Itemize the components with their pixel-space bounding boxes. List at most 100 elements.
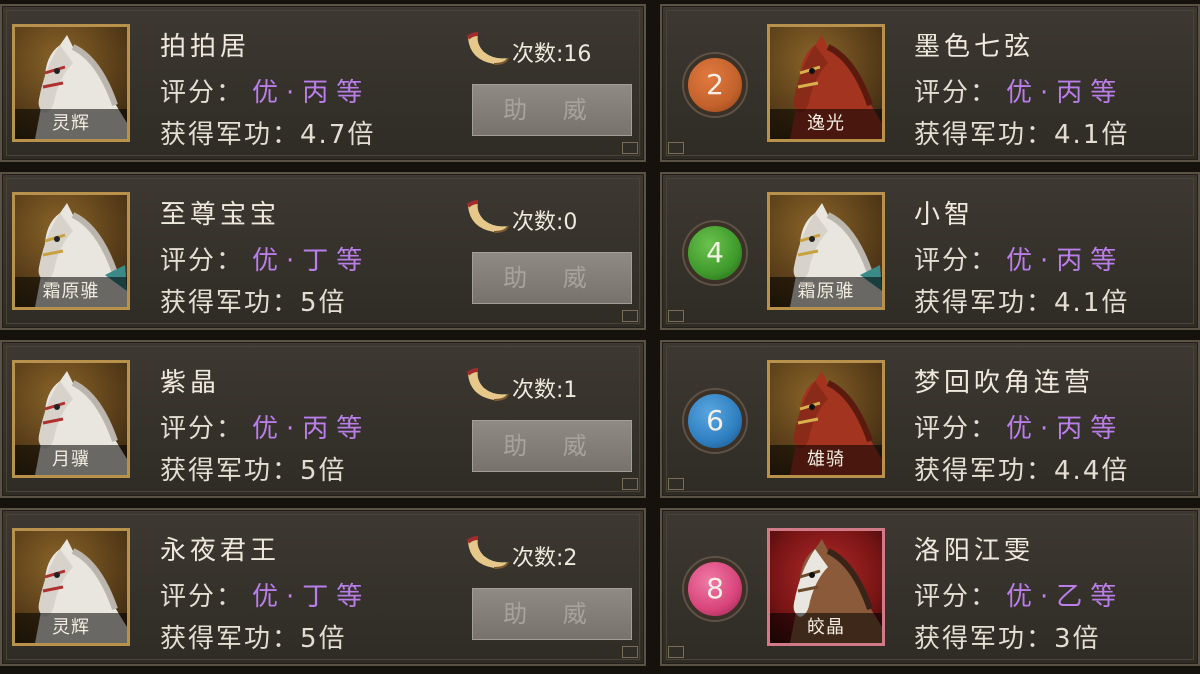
corner-ornament xyxy=(622,646,638,658)
rating-value: 优·丙等 xyxy=(252,414,371,444)
merit-row: 获得军功：4.1倍 xyxy=(914,114,1129,151)
merit-label: 获得军功： xyxy=(914,456,1055,486)
player-card: 月骥 紫晶 评分： 优·丙等 获得军功：5倍 次数:1 助 威 xyxy=(0,340,646,498)
merit-value: 5倍 xyxy=(300,288,347,318)
corner-ornament xyxy=(668,478,684,490)
merit-value: 3倍 xyxy=(1054,624,1101,654)
cheer-button[interactable]: 助 威 xyxy=(472,588,632,640)
rating-value: 优·丙等 xyxy=(1006,78,1125,108)
rating-row: 评分： 优·丙等 xyxy=(914,408,1124,445)
horse-portrait: 霜原骓 xyxy=(767,192,885,310)
rating-label: 评分： xyxy=(160,246,245,276)
rating-label: 评分： xyxy=(160,582,245,612)
rank-badge: 6 xyxy=(684,390,746,452)
player-card: 灵辉 拍拍居 评分： 优·丙等 获得军功：4.7倍 次数:16 助 威 xyxy=(0,4,646,162)
merit-row: 获得军功：5倍 xyxy=(160,450,347,487)
corner-ornament xyxy=(622,310,638,322)
count-value: 2 xyxy=(563,546,578,571)
rating-value: 优·乙等 xyxy=(1006,582,1125,612)
player-card: 灵辉 永夜君王 评分： 优·丁等 获得军功：5倍 次数:2 助 威 xyxy=(0,508,646,666)
player-name: 小智 xyxy=(914,200,975,230)
horse-name: 霜原骓 xyxy=(15,277,127,307)
merit-label: 获得军功： xyxy=(914,624,1055,654)
corner-ornament xyxy=(668,646,684,658)
player-name: 梦回吹角连营 xyxy=(914,368,1095,398)
player-card: 8 皎晶 洛阳江雯 评分： 优·乙等 获得军功：3倍 xyxy=(660,508,1200,666)
horse-name: 灵辉 xyxy=(15,613,127,643)
merit-label: 获得军功： xyxy=(914,120,1055,150)
rating-value: 优·丙等 xyxy=(1006,246,1125,276)
horse-name: 霜原骓 xyxy=(770,277,882,307)
war-horn-icon xyxy=(466,536,509,569)
rating-row: 评分： 优·丙等 xyxy=(160,72,370,109)
cheer-button[interactable]: 助 威 xyxy=(472,420,632,472)
merit-row: 获得军功：4.4倍 xyxy=(914,450,1129,487)
cheer-count: 次数:2 xyxy=(512,540,577,572)
war-horn-icon xyxy=(466,368,509,401)
rating-label: 评分： xyxy=(914,582,999,612)
cheer-count: 次数:0 xyxy=(512,204,577,236)
rating-row: 评分： 优·丁等 xyxy=(160,240,370,277)
rating-label: 评分： xyxy=(160,414,245,444)
player-name: 拍拍居 xyxy=(160,32,251,62)
corner-ornament xyxy=(622,142,638,154)
merit-label: 获得军功： xyxy=(160,120,301,150)
merit-label: 获得军功： xyxy=(160,288,301,318)
war-horn-icon xyxy=(466,200,509,233)
corner-ornament xyxy=(622,478,638,490)
merit-label: 获得军功： xyxy=(914,288,1055,318)
horse-name: 灵辉 xyxy=(15,109,127,139)
player-card: 4 霜原骓 小智 评分： 优·丙等 获得军功：4.1倍 xyxy=(660,172,1200,330)
horse-portrait: 皎晶 xyxy=(767,528,885,646)
player-name: 墨色七弦 xyxy=(914,32,1035,62)
rank-badge: 4 xyxy=(684,222,746,284)
corner-ornament xyxy=(668,310,684,322)
merit-value: 4.1倍 xyxy=(1054,120,1130,150)
player-name: 永夜君王 xyxy=(160,536,281,566)
rank-badge: 8 xyxy=(684,558,746,620)
player-card: 霜原骓 至尊宝宝 评分： 优·丁等 获得军功：5倍 次数:0 助 威 xyxy=(0,172,646,330)
count-label: 次数: xyxy=(512,210,564,235)
rank-badge: 2 xyxy=(684,54,746,116)
count-value: 0 xyxy=(563,210,578,235)
merit-value: 4.4倍 xyxy=(1054,456,1130,486)
count-value: 1 xyxy=(563,378,578,403)
count-label: 次数: xyxy=(512,42,564,67)
rating-value: 优·丙等 xyxy=(252,78,371,108)
cheer-count: 次数:1 xyxy=(512,372,577,404)
rating-label: 评分： xyxy=(160,78,245,108)
player-name: 洛阳江雯 xyxy=(914,536,1035,566)
merit-row: 获得军功：4.7倍 xyxy=(160,114,375,151)
horse-portrait: 雄骑 xyxy=(767,360,885,478)
merit-value: 4.1倍 xyxy=(1054,288,1130,318)
corner-ornament xyxy=(668,142,684,154)
horse-name: 逸光 xyxy=(770,109,882,139)
merit-label: 获得军功： xyxy=(160,624,301,654)
rating-value: 优·丁等 xyxy=(252,246,371,276)
rating-value: 优·丙等 xyxy=(1006,414,1125,444)
player-name: 紫晶 xyxy=(160,368,221,398)
rating-value: 优·丁等 xyxy=(252,582,371,612)
horse-portrait: 逸光 xyxy=(767,24,885,142)
rating-row: 评分： 优·丙等 xyxy=(914,72,1124,109)
rating-row: 评分： 优·丁等 xyxy=(160,576,370,613)
player-name: 至尊宝宝 xyxy=(160,200,281,230)
cheer-button[interactable]: 助 威 xyxy=(472,252,632,304)
merit-row: 获得军功：5倍 xyxy=(160,282,347,319)
merit-row: 获得军功：5倍 xyxy=(160,618,347,655)
cheer-button[interactable]: 助 威 xyxy=(472,84,632,136)
rating-label: 评分： xyxy=(914,78,999,108)
count-value: 16 xyxy=(563,42,592,67)
merit-value: 5倍 xyxy=(300,456,347,486)
merit-value: 4.7倍 xyxy=(300,120,376,150)
horse-portrait: 霜原骓 xyxy=(12,192,130,310)
merit-row: 获得军功：3倍 xyxy=(914,618,1101,655)
war-horn-icon xyxy=(466,32,509,65)
merit-row: 获得军功：4.1倍 xyxy=(914,282,1129,319)
merit-value: 5倍 xyxy=(300,624,347,654)
horse-name: 月骥 xyxy=(15,445,127,475)
count-label: 次数: xyxy=(512,546,564,571)
horse-portrait: 月骥 xyxy=(12,360,130,478)
horse-name: 皎晶 xyxy=(770,613,882,643)
horse-portrait: 灵辉 xyxy=(12,24,130,142)
